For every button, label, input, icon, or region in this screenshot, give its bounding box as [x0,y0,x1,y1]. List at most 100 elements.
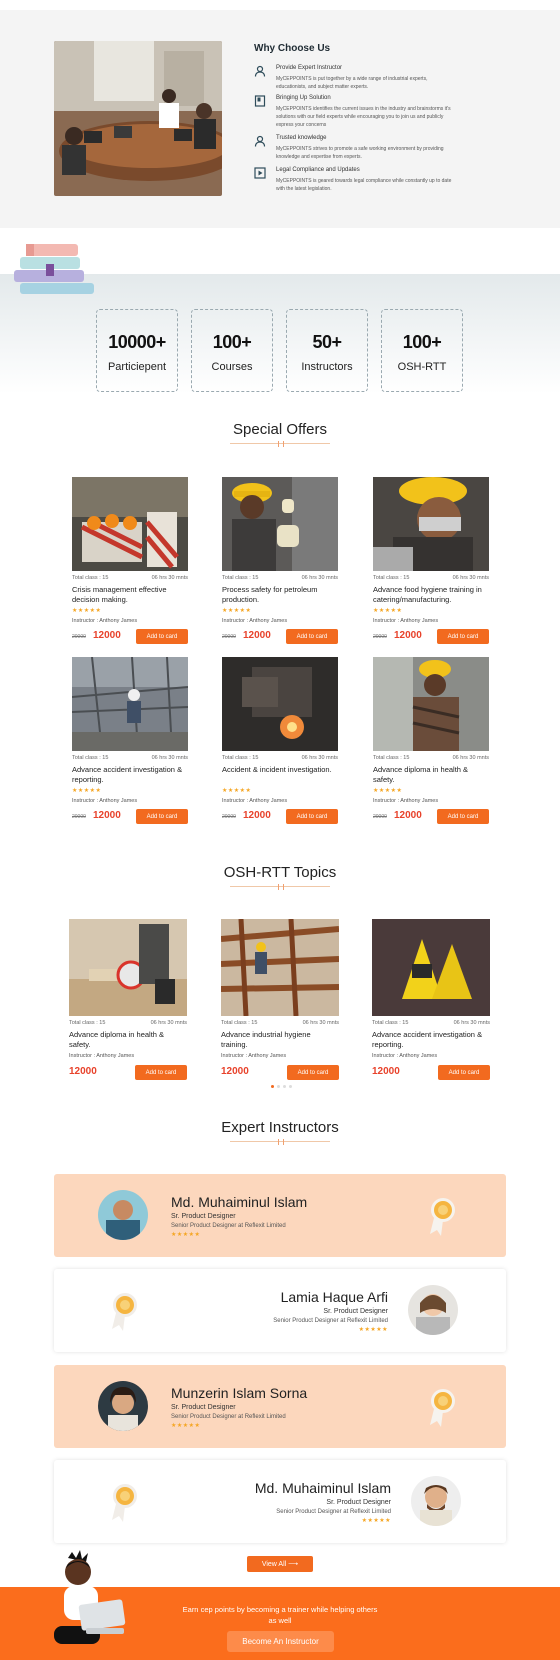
add-to-cart-button[interactable]: Add to card [136,629,188,644]
total-class: Total class : 15 [373,755,410,761]
add-to-cart-button[interactable]: Add to card [286,809,338,824]
course-image [373,657,489,751]
price: 12000 [394,810,422,821]
title-divider [230,884,330,890]
why-item-title: Bringing Up Solution [276,95,331,101]
instructor-company: Senior Product Designer at Reflexit Limi… [276,1509,391,1515]
instructor-company: Senior Product Designer at Reflexit Limi… [273,1318,388,1324]
user-icon [254,65,266,77]
why-item-desc: MyCEPPOINTS strives to promote a safe wo… [276,146,444,160]
rating-stars: ★★★★★ [72,608,102,614]
instructor-company: Senior Product Designer at Reflexit Limi… [171,1223,286,1229]
instructor-name: Instructor : Anthony James [373,798,439,804]
why-item-title: Provide Expert Instructor [276,65,343,71]
topic-image [221,919,339,1016]
topic-card[interactable]: Total class : 15 06 hrs 30 mnts Advance i… [221,919,339,1081]
price: 12000 [243,630,271,641]
course-image [72,477,188,571]
osh-rtt-topics-title: OSH-RTT Topics [223,864,337,881]
total-class: Total class : 15 [373,575,410,581]
duration: 06 hrs 30 mnts [453,1020,490,1026]
carousel-dot[interactable] [277,1085,280,1088]
instructor-name: Instructor : Anthony James [72,798,138,804]
stat-instructors: 50+ Instructors [286,309,368,392]
offer-card[interactable]: Total class : 15 06 hrs 30 mnts Advance a… [72,657,188,825]
instructor-card[interactable]: Munzerin Islam Sorna Sr. Product Designe… [54,1365,506,1448]
carousel-dot[interactable] [289,1085,292,1088]
stat-courses: 100+ Courses [191,309,273,392]
offer-card[interactable]: Total class : 15 06 hrs 30 mnts Accident … [222,657,338,825]
rating-stars: ★★★★★ [361,1518,391,1524]
price: 12000 [93,630,121,641]
card-meta: Total class : 15 06 hrs 30 mnts [69,1020,187,1026]
course-title[interactable]: Advance food hygiene training in caterin… [373,585,489,605]
instructor-card[interactable]: Lamia Haque Arfi Sr. Product Designer Se… [54,1269,506,1352]
course-title[interactable]: Accident & incident investigation. [222,765,338,785]
title-divider [230,441,330,447]
banner-text: Earn cep points by becoming a trainer wh… [182,1605,378,1625]
card-meta: Total class : 15 06 hrs 30 mnts [222,575,338,581]
instructor-card[interactable]: Md. Muhaiminul Islam Sr. Product Designe… [54,1174,506,1257]
carousel-dot[interactable] [283,1085,286,1088]
stat-label: OSH-RTT [397,361,447,373]
add-to-cart-button[interactable]: Add to card [287,1065,339,1080]
stat-number: 100+ [212,332,252,352]
duration: 06 hrs 30 mnts [150,1020,187,1026]
instructor-company: Senior Product Designer at Reflexit Limi… [171,1414,286,1420]
add-to-cart-button[interactable]: Add to card [286,629,338,644]
rating-stars: ★★★★★ [72,788,102,794]
why-item-desc: MyCEPPOINTS is geared towards legal comp… [276,178,452,192]
course-title[interactable]: Process safety for petroleum production. [222,585,338,605]
topic-card[interactable]: Total class : 15 06 hrs 30 mnts Advance d… [69,919,187,1081]
why-item-title: Legal Compliance and Updates [276,167,360,173]
price-row: 20000 12000 Add to card [72,809,188,825]
price: 12000 [69,1066,97,1077]
special-offers-title: Special Offers [233,421,327,438]
topic-title[interactable]: Advance accident investigation & reporti… [372,1030,490,1050]
card-meta: Total class : 15 06 hrs 30 mnts [72,755,188,761]
total-class: Total class : 15 [69,1020,106,1026]
instructor-role: Sr. Product Designer [171,1404,236,1411]
card-meta: Total class : 15 06 hrs 30 mnts [372,1020,490,1026]
card-meta: Total class : 15 06 hrs 30 mnts [222,755,338,761]
add-to-cart-button[interactable]: Add to card [135,1065,187,1080]
offer-card[interactable]: Total class : 15 06 hrs 30 mnts Crisis ma… [72,477,188,645]
price: 12000 [372,1066,400,1077]
topic-title[interactable]: Advance diploma in health & safety. [69,1030,187,1050]
become-instructor-button[interactable]: Become An Instructor [227,1631,334,1652]
course-title[interactable]: Advance accident investigation & reporti… [72,765,188,785]
carousel-dot[interactable] [271,1085,274,1088]
course-title[interactable]: Advance diploma in health & safety. [373,765,489,785]
add-to-cart-button[interactable]: Add to card [136,809,188,824]
instructor-name: Lamia Haque Arfi [280,1289,388,1305]
add-to-cart-button[interactable]: Add to card [437,809,489,824]
topic-card[interactable]: Total class : 15 06 hrs 30 mnts Advance a… [372,919,490,1081]
offer-card[interactable]: Total class : 15 06 hrs 30 mnts Advance f… [373,477,489,645]
total-class: Total class : 15 [222,755,259,761]
duration: 06 hrs 30 mnts [301,755,338,761]
old-price: 20000 [373,634,387,640]
books-illustration [14,244,94,294]
instructor-name: Munzerin Islam Sorna [171,1385,308,1401]
user-icon [254,135,266,147]
instructor-card[interactable]: Md. Muhaiminul Islam Sr. Product Designe… [54,1460,506,1543]
why-item-desc: MyCEPPOINTS is put together by a wide ra… [276,76,428,90]
add-to-cart-button[interactable]: Add to card [438,1065,490,1080]
course-title[interactable]: Crisis management effective decision mak… [72,585,188,605]
offer-card[interactable]: Total class : 15 06 hrs 30 mnts Advance d… [373,657,489,825]
view-all-button[interactable]: View All ⟶ [247,1556,313,1572]
stat-number: 100+ [402,332,442,352]
add-to-cart-button[interactable]: Add to card [437,629,489,644]
card-meta: Total class : 15 06 hrs 30 mnts [373,755,489,761]
carousel-dots [271,1085,292,1088]
topic-image [69,919,187,1016]
medal-icon [430,1198,455,1236]
duration: 06 hrs 30 mnts [151,575,188,581]
offer-card[interactable]: Total class : 15 06 hrs 30 mnts Process s… [222,477,338,645]
instructor-role: Sr. Product Designer [326,1499,391,1506]
course-image [222,657,338,751]
rating-stars: ★★★★★ [171,1423,201,1429]
old-price: 20000 [72,814,86,820]
why-item-title: Trusted knowledge [276,135,327,141]
topic-title[interactable]: Advance industrial hygiene training. [221,1030,339,1050]
